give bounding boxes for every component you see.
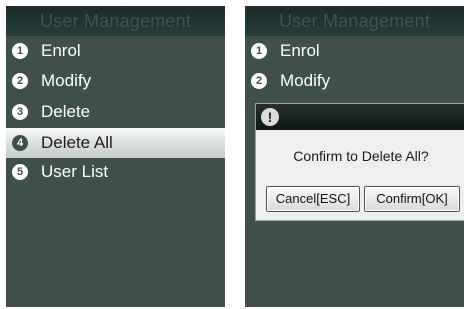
dialog-header: ! — [256, 104, 464, 130]
number-badge: 2 — [251, 73, 267, 89]
number-badge: 5 — [12, 164, 28, 180]
number-badge: 2 — [12, 73, 28, 89]
exclamation-icon: ! — [261, 108, 279, 126]
screen-title: User Management — [6, 6, 225, 36]
number-badge: 1 — [12, 43, 28, 59]
menu-item-user-list[interactable]: 5 User List — [6, 157, 225, 187]
screen-title: User Management — [245, 6, 464, 36]
number-badge: 4 — [12, 135, 28, 151]
left-screen: User Management 1 Enrol 2 Modify 3 Delet… — [6, 6, 225, 307]
menu-item-label: Enrol — [41, 41, 81, 60]
dialog-message: Confirm to Delete All? — [293, 148, 429, 164]
menu-item-delete[interactable]: 3 Delete — [6, 97, 225, 127]
cancel-button[interactable]: Cancel[ESC] — [266, 186, 360, 212]
menu-item-modify[interactable]: 2 Modify — [6, 66, 225, 96]
menu-item-label: Delete All — [41, 133, 113, 152]
confirm-button[interactable]: Confirm[OK] — [364, 186, 460, 212]
menu-item-label: Modify — [41, 71, 92, 90]
menu-item-enrol[interactable]: 1 Enrol — [6, 36, 225, 66]
menu-item-label: Delete — [41, 102, 91, 121]
menu-item-label: Modify — [280, 71, 331, 90]
menu-item-enrol[interactable]: 1 Enrol — [245, 36, 464, 66]
confirm-dialog: ! Confirm to Delete All? Cancel[ESC] Con… — [255, 103, 464, 221]
menu-item-label: User List — [41, 162, 109, 181]
right-screen: User Management 1 Enrol 2 Modify ! Confi… — [245, 6, 464, 307]
number-badge: 3 — [12, 104, 28, 120]
number-badge: 1 — [251, 43, 267, 59]
menu-item-modify[interactable]: 2 Modify — [245, 66, 464, 96]
menu-item-label: Enrol — [280, 41, 320, 60]
menu-item-delete-all[interactable]: 4 Delete All — [6, 128, 225, 158]
